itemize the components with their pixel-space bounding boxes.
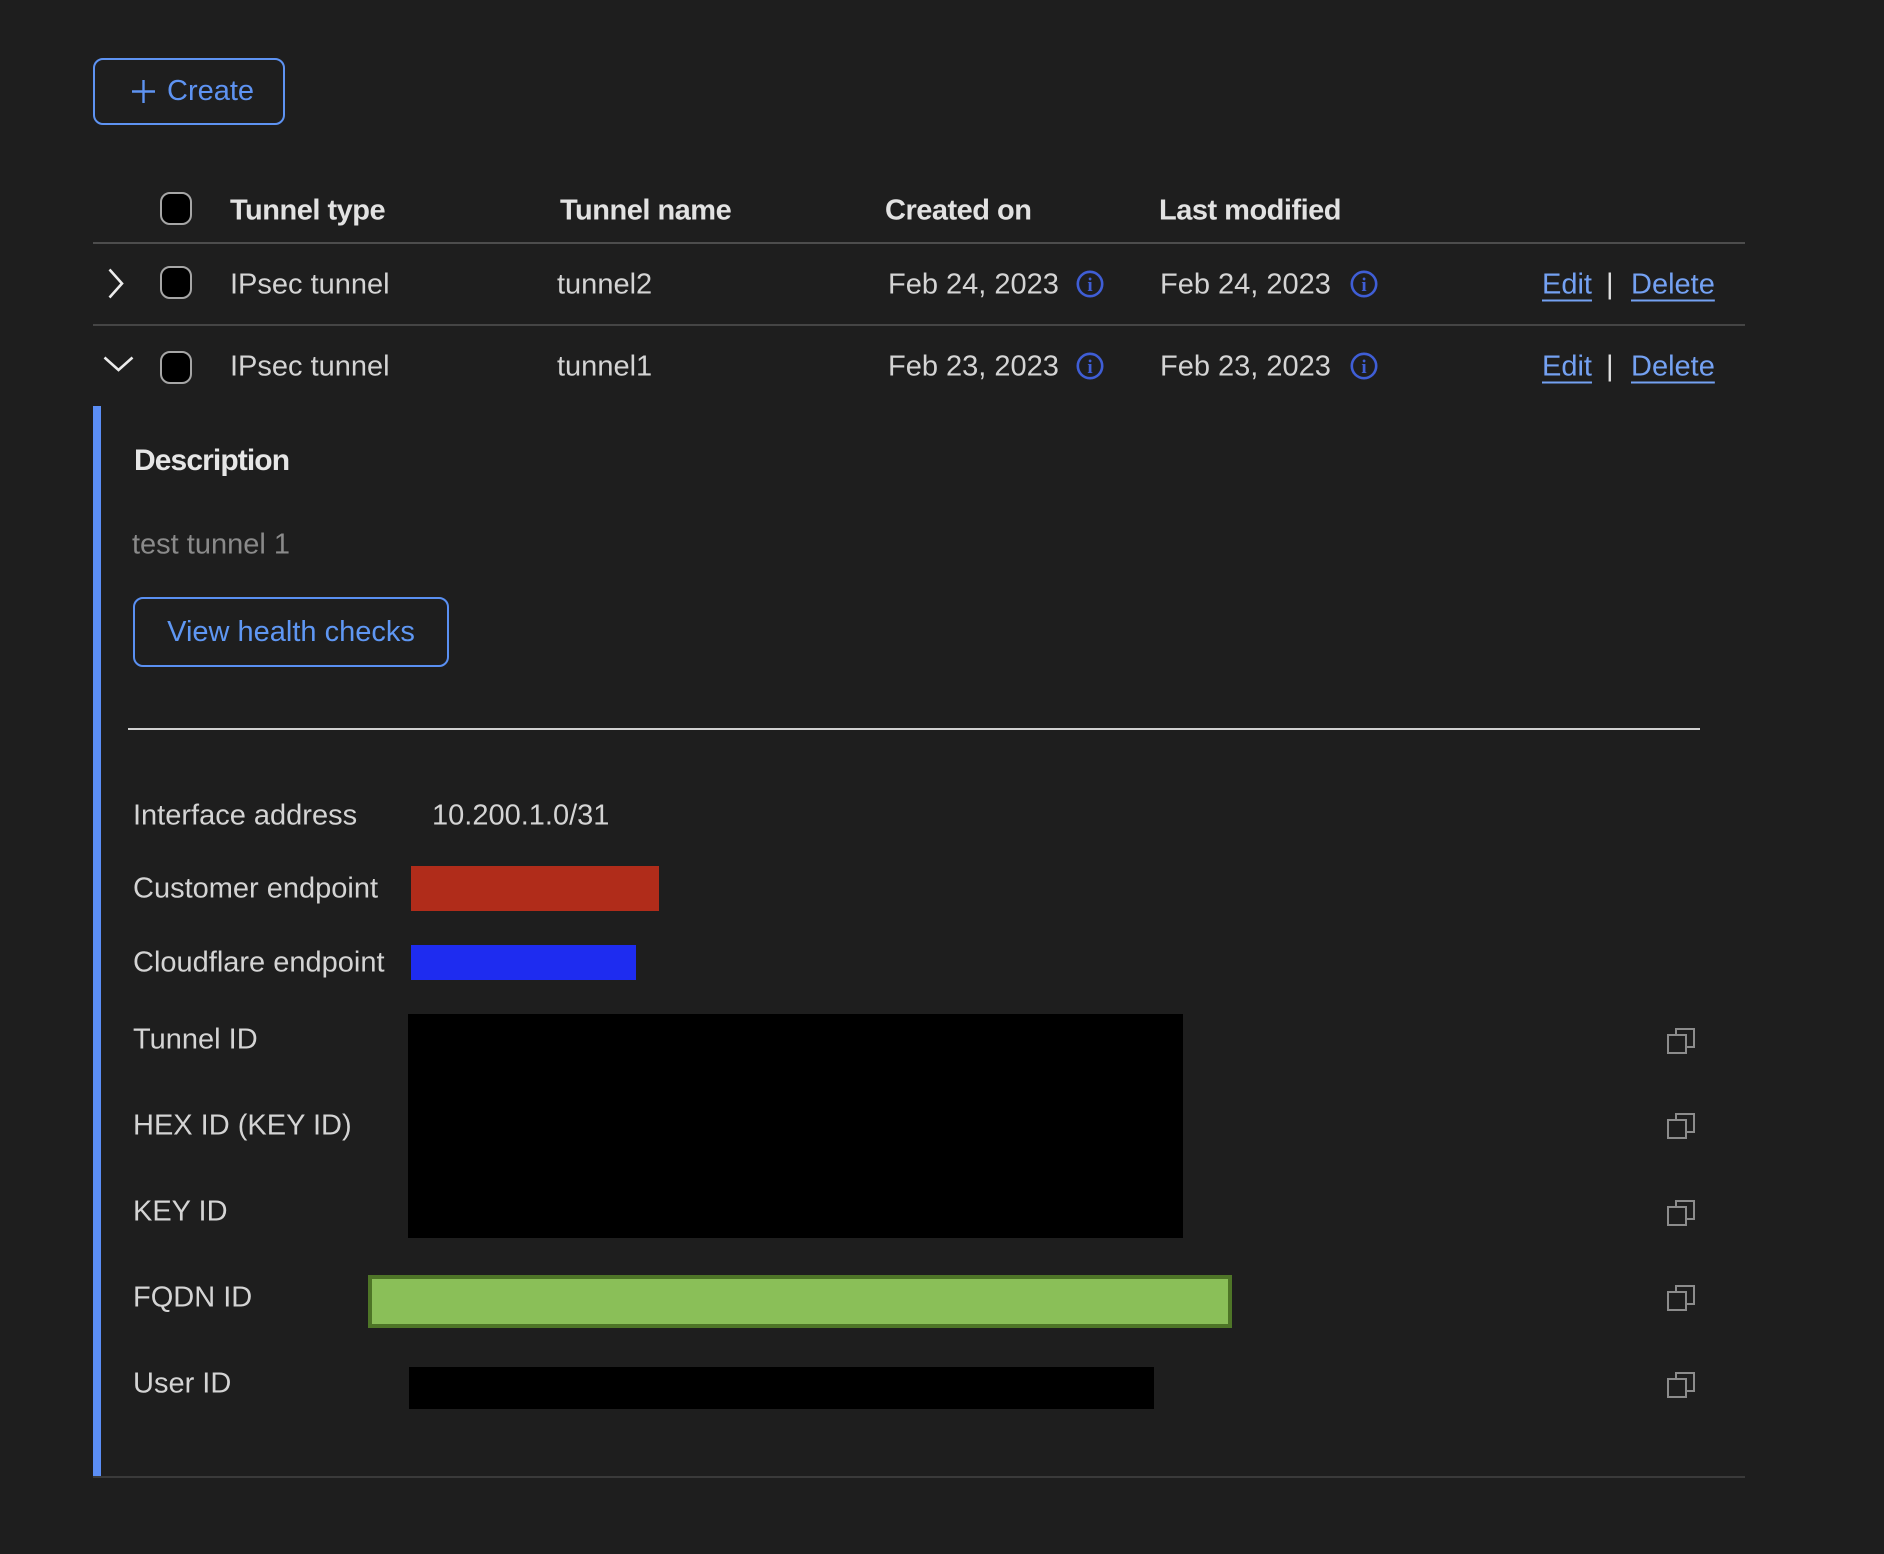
svg-text:i: i xyxy=(1087,357,1092,378)
svg-text:i: i xyxy=(1361,275,1366,296)
svg-text:i: i xyxy=(1087,275,1092,296)
svg-text:i: i xyxy=(1361,357,1366,378)
